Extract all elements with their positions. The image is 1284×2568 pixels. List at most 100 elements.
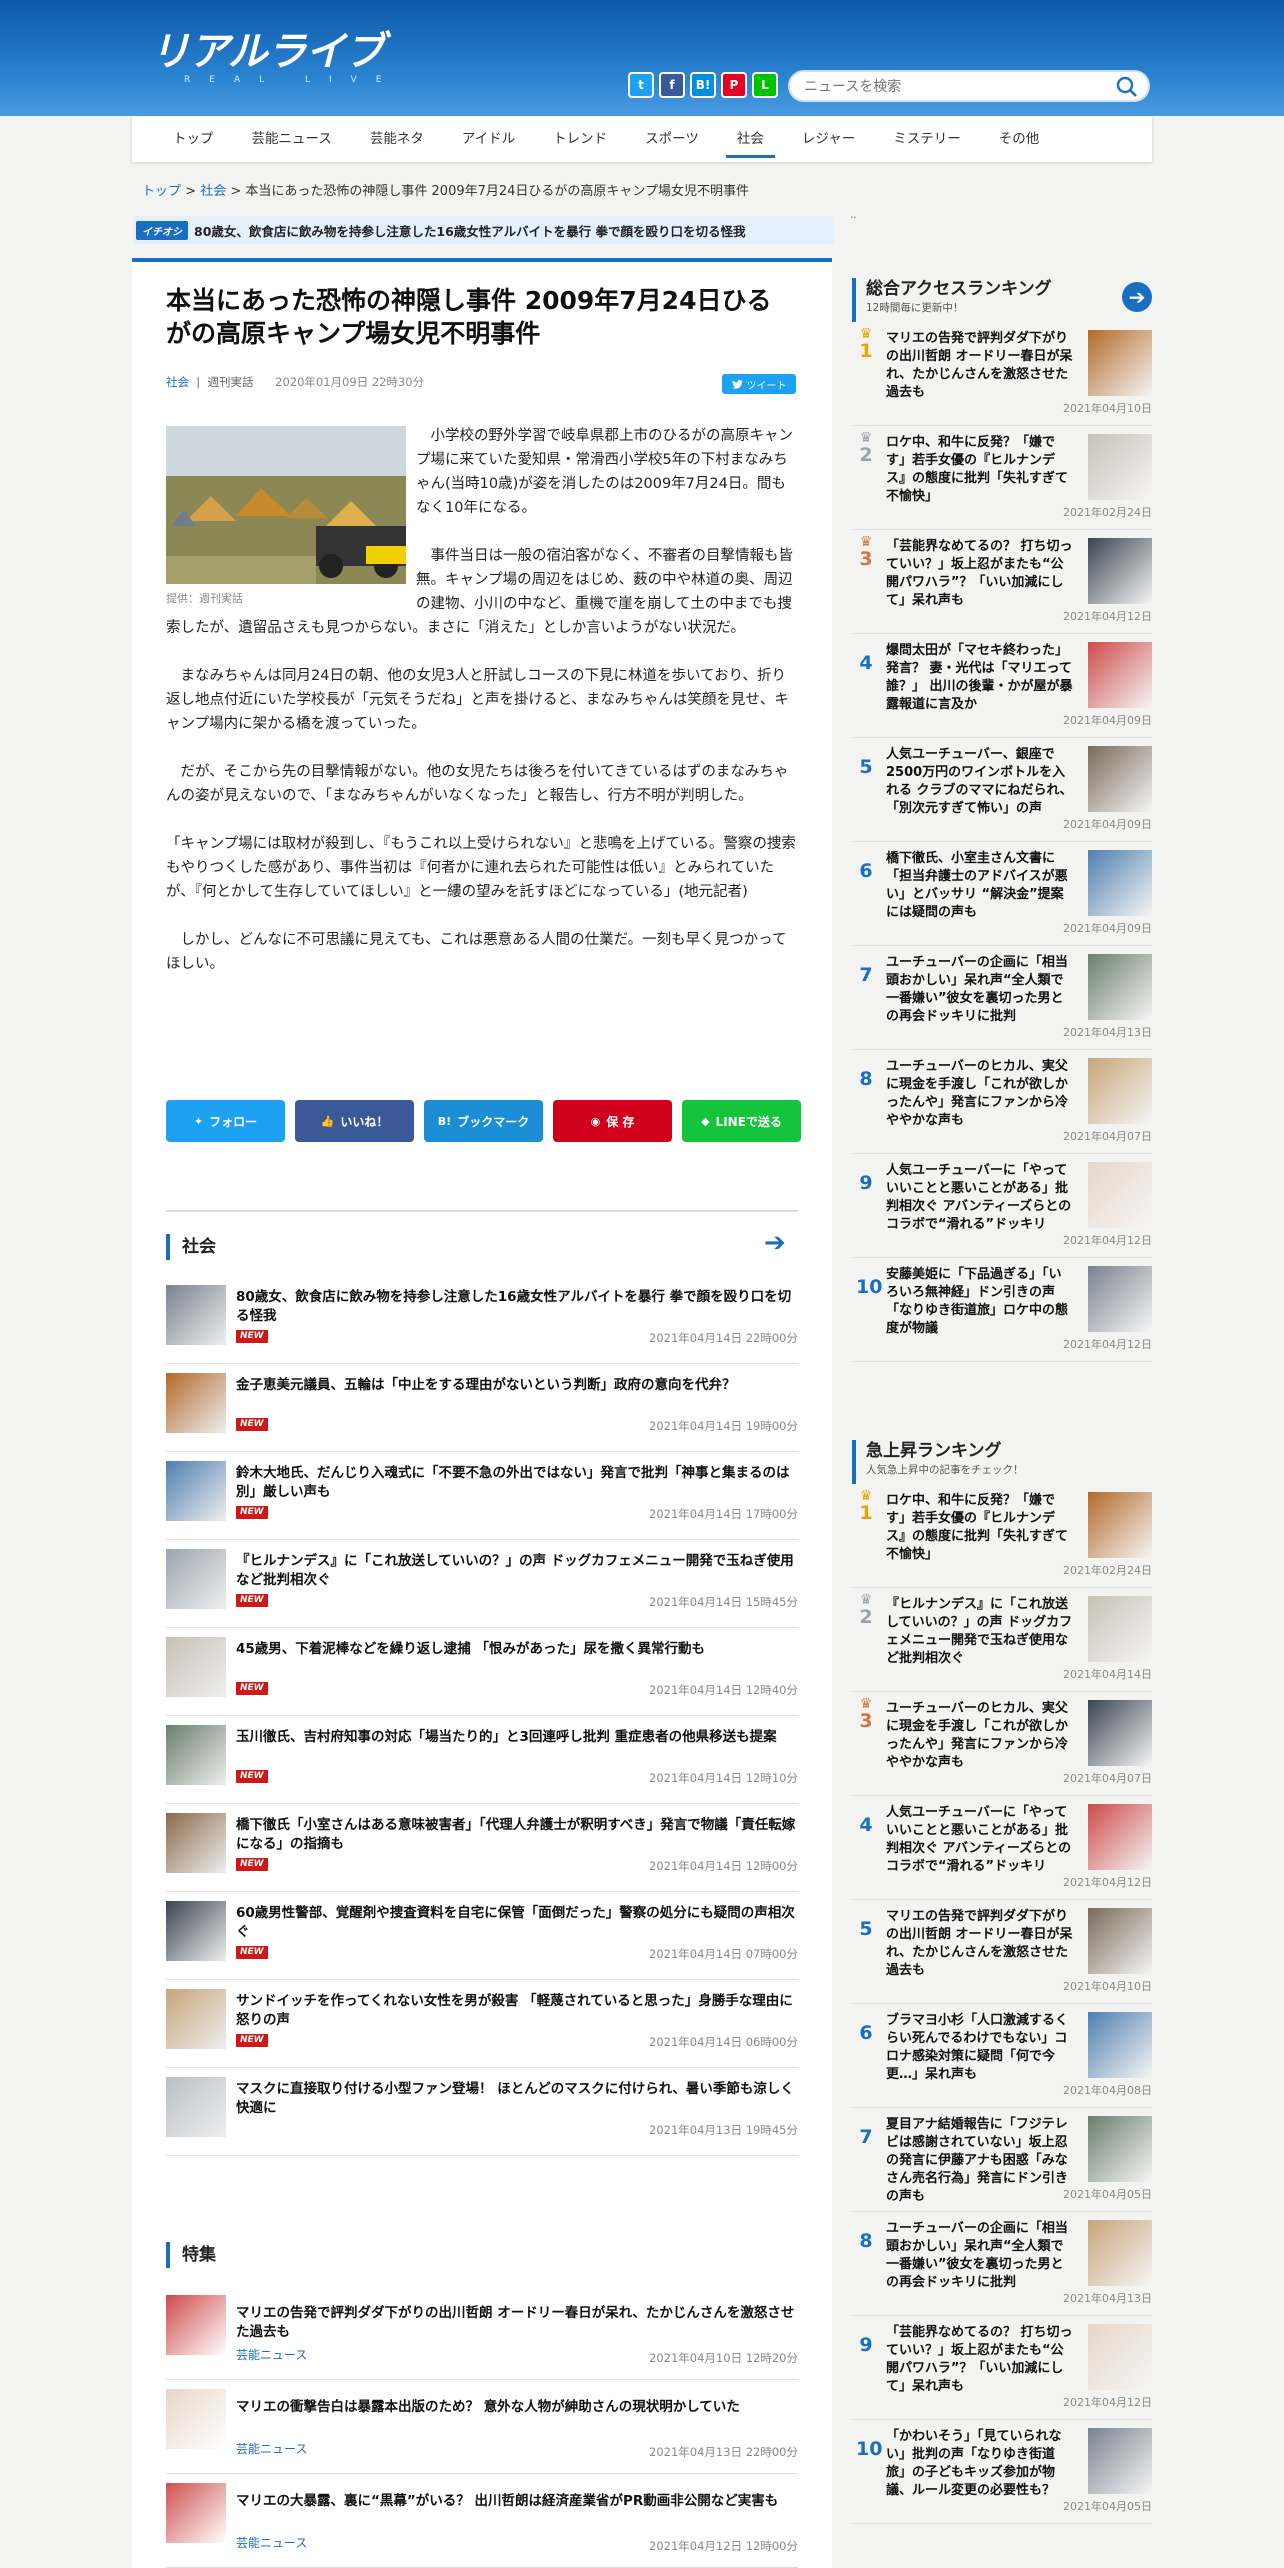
article-thumbnail[interactable]: [166, 1373, 226, 1433]
breadcrumb-home[interactable]: トップ: [142, 184, 181, 199]
search-icon[interactable]: [1116, 76, 1138, 102]
article-thumbnail[interactable]: [166, 2483, 226, 2543]
nav-item-0[interactable]: トップ: [154, 116, 233, 162]
ranking-item[interactable]: 7 夏目アナ結婚報告に「フジテレビは感謝されていない」坂上忍の発言に伊藤アナも困惑…: [852, 2108, 1152, 2212]
ranking-item[interactable]: 4 人気ユーチューバーに「やっていいことと悪いことがある」批判相次ぐ アバンティー…: [852, 1796, 1152, 1900]
article-title-link[interactable]: マリエの大暴露、裏に“黒幕”がいる？ 出川哲朗は経済産業省がPR動画非公開など実…: [236, 2492, 796, 2511]
article-thumbnail[interactable]: [166, 1637, 226, 1697]
article-title-link[interactable]: 鈴木大地氏、だんじり入魂式に「不要不急の外出ではない」発言で批判「神事と集まるの…: [236, 1464, 796, 1502]
article-category[interactable]: 社会: [166, 375, 189, 389]
ranking-title-link[interactable]: ユーチューバーの企画に「相当頭おかしい」呆れ声“全人類で一番嫌い”彼女を裏切った…: [886, 2220, 1074, 2292]
article-title-link[interactable]: 60歳男性警部、覚醒剤や捜査資料を自宅に保管「面倒だった」警察の処分にも疑問の声…: [236, 1904, 796, 1942]
arrow-right-icon[interactable]: ➔: [1122, 282, 1152, 312]
article-title-link[interactable]: 『ヒルナンデス』に「これ放送していいの？」の声 ドッグカフェメニュー開発で玉ねぎ…: [236, 1552, 796, 1590]
ranking-title-link[interactable]: ユーチューバーのヒカル、実父に現金を手渡し「これが欲しかったんや」発言にファンか…: [886, 1058, 1074, 1130]
share-icon-2[interactable]: B!: [690, 72, 716, 98]
nav-item-4[interactable]: トレンド: [534, 116, 626, 162]
ranking-thumbnail[interactable]: [1088, 1266, 1152, 1332]
article-title-link[interactable]: 80歳女、飲食店に飲み物を持参し注意した16歳女性アルバイトを暴行 拳で顔を殴り…: [236, 1288, 796, 1326]
table-row-social[interactable]: 『ヒルナンデス』に「これ放送していいの？」の声 ドッグカフェメニュー開発で玉ねぎ…: [166, 1540, 798, 1628]
ranking-title-link[interactable]: 『ヒルナンデス』に「これ放送していいの？」の声 ドッグカフェメニュー開発で玉ねぎ…: [886, 1596, 1074, 1668]
article-category[interactable]: 芸能ニュース: [236, 2440, 307, 2457]
ranking-title-link[interactable]: ユーチューバーの企画に「相当頭おかしい」呆れ声“全人類で一番嫌い”彼女を裏切った…: [886, 954, 1074, 1026]
ranking-item[interactable]: 5 人気ユーチューバー、銀座で2500万円のワインボトルを入れる クラブのママにね…: [852, 738, 1152, 842]
table-row-social[interactable]: サンドイッチを作ってくれない女性を男が殺害 「軽蔑されていると思った」身勝手な理…: [166, 1980, 798, 2068]
ranking-item[interactable]: 4 爆問太田が「マセキ終わった」発言？ 妻・光代は「マリエって誰？」 出川の後輩・…: [852, 634, 1152, 738]
table-row-social[interactable]: マスクに直接取り付ける小型ファン登場！ ほとんどのマスクに付けられ、暑い季節も涼…: [166, 2068, 798, 2156]
featured-ticker[interactable]: イチオシ 80歳女、飲食店に飲み物を持参し注意した16歳女性アルバイトを暴行 拳…: [134, 216, 834, 244]
ranking-item[interactable]: 7 ユーチューバーの企画に「相当頭おかしい」呆れ声“全人類で一番嫌い”彼女を裏切っ…: [852, 946, 1152, 1050]
ranking-title-link[interactable]: 「かわいそう」「見ていられない」批判の声「なりゆき街道旅」の子どもキッズ参加が物…: [886, 2428, 1074, 2500]
ranking-item[interactable]: ♛ 1 マリエの告発で評判ダダ下がりの出川哲朗 オードリー春日が呆れ、たかじんさんを…: [852, 322, 1152, 426]
ranking-thumbnail[interactable]: [1088, 1058, 1152, 1124]
ranking-item[interactable]: 10 安藤美姫に「下品過ぎる」「いろいろ無神経」ドン引きの声「なりゆき街道旅」ロケ…: [852, 1258, 1152, 1362]
table-row-social[interactable]: 60歳男性警部、覚醒剤や捜査資料を自宅に保管「面倒だった」警察の処分にも疑問の声…: [166, 1892, 798, 1980]
section-more-arrow-icon[interactable]: ➔: [764, 1228, 786, 1258]
article-title-link[interactable]: マスクに直接取り付ける小型ファン登場！ ほとんどのマスクに付けられ、暑い季節も涼…: [236, 2080, 796, 2118]
ranking-thumbnail[interactable]: [1088, 954, 1152, 1020]
article-thumbnail[interactable]: [166, 2389, 226, 2449]
share-icon-3[interactable]: P: [721, 72, 747, 98]
article-thumbnail[interactable]: [166, 1725, 226, 1785]
share-button-1[interactable]: 👍 いいね！: [295, 1100, 414, 1142]
site-logo[interactable]: リアルライブ REAL LIVE: [150, 30, 420, 88]
ranking-title-link[interactable]: 橋下徹氏、小室圭さん文書に「担当弁護士のアドバイスが悪い」とバッサリ “解決金”…: [886, 850, 1074, 922]
share-icon-0[interactable]: t: [628, 72, 654, 98]
article-category[interactable]: 芸能ニュース: [236, 2346, 307, 2363]
article-title-link[interactable]: 45歳男、下着泥棒などを繰り返し逮捕 「恨みがあった」尿を撒く異常行動も: [236, 1640, 796, 1659]
article-thumbnail[interactable]: [166, 1813, 226, 1873]
ranking-title-link[interactable]: 夏目アナ結婚報告に「フジテレビは感謝されていない」坂上忍の発言に伊藤アナも困惑「…: [886, 2116, 1074, 2206]
table-row-feature[interactable]: マリエの大暴露、裏に“黒幕”がいる？ 出川哲朗は経済産業省がPR動画非公開など実…: [166, 2474, 798, 2568]
ranking-title-link[interactable]: 人気ユーチューバー、銀座で2500万円のワインボトルを入れる クラブのママにねだ…: [886, 746, 1074, 818]
ranking-thumbnail[interactable]: [1088, 2012, 1152, 2078]
ranking-title-link[interactable]: 爆問太田が「マセキ終わった」発言？ 妻・光代は「マリエって誰？」 出川の後輩・か…: [886, 642, 1074, 714]
ranking-thumbnail[interactable]: [1088, 2220, 1152, 2286]
article-title-link[interactable]: 玉川徹氏、吉村府知事の対応「場当たり的」と3回連呼し批判 重症患者の他県移送も提…: [236, 1728, 796, 1747]
ranking-thumbnail[interactable]: [1088, 538, 1152, 604]
ranking-item[interactable]: 8 ユーチューバーのヒカル、実父に現金を手渡し「これが欲しかったんや」発言にファン…: [852, 1050, 1152, 1154]
ranking-item[interactable]: 9 「芸能界なめてるの？ 打ち切っていい？」坂上忍がまたも“公開パワハラ”？「いい…: [852, 2316, 1152, 2420]
ranking-thumbnail[interactable]: [1088, 1804, 1152, 1870]
table-row-feature[interactable]: マリエの告発で評判ダダ下がりの出川哲朗 オードリー春日が呆れ、たかじんさんを激怒…: [166, 2286, 798, 2380]
ranking-thumbnail[interactable]: [1088, 1700, 1152, 1766]
nav-item-5[interactable]: スポーツ: [626, 116, 718, 162]
ranking-item[interactable]: ♛ 3 「芸能界なめてるの？ 打ち切っていい？」坂上忍がまたも“公開パワハラ”？「い…: [852, 530, 1152, 634]
ranking-title-link[interactable]: 「芸能界なめてるの？ 打ち切っていい？」坂上忍がまたも“公開パワハラ”？「いい加…: [886, 538, 1074, 610]
ranking-thumbnail[interactable]: [1088, 746, 1152, 812]
table-row-social[interactable]: 橋下徹氏「小室さんはある意味被害者」「代理人弁護士が釈明すべき」発言で物議「責任…: [166, 1804, 798, 1892]
article-title-link[interactable]: マリエの告発で評判ダダ下がりの出川哲朗 オードリー春日が呆れ、たかじんさんを激怒…: [236, 2304, 796, 2342]
ranking-thumbnail[interactable]: [1088, 434, 1152, 500]
table-row-social[interactable]: 玉川徹氏、吉村府知事の対応「場当たり的」と3回連呼し批判 重症患者の他県移送も提…: [166, 1716, 798, 1804]
article-category[interactable]: 芸能ニュース: [236, 2534, 307, 2551]
nav-item-2[interactable]: 芸能ネタ: [351, 116, 443, 162]
article-title-link[interactable]: マリエの衝撃告白は暴露本出版のため？ 意外な人物が紳助さんの現状明かしていた: [236, 2398, 796, 2417]
share-button-4[interactable]: ◆ LINEで送る: [682, 1100, 801, 1142]
article-thumbnail[interactable]: [166, 2295, 226, 2355]
ranking-item[interactable]: 5 マリエの告発で評判ダダ下がりの出川哲朗 オードリー春日が呆れ、たかじんさんを激…: [852, 1900, 1152, 2004]
ranking-thumbnail[interactable]: [1088, 1908, 1152, 1974]
article-title-link[interactable]: 金子恵美元議員、五輪は「中止をする理由がないという判断」政府の意向を代弁？: [236, 1376, 796, 1395]
article-title-link[interactable]: 橋下徹氏「小室さんはある意味被害者」「代理人弁護士が釈明すべき」発言で物議「責任…: [236, 1816, 796, 1854]
table-row-social[interactable]: 鈴木大地氏、だんじり入魂式に「不要不急の外出ではない」発言で批判「神事と集まるの…: [166, 1452, 798, 1540]
tweet-button[interactable]: ツイート: [722, 374, 796, 394]
ranking-item[interactable]: 6 橋下徹氏、小室圭さん文書に「担当弁護士のアドバイスが悪い」とバッサリ “解決金…: [852, 842, 1152, 946]
ranking-thumbnail[interactable]: [1088, 2428, 1152, 2494]
table-row-feature[interactable]: マリエの衝撃告白は暴露本出版のため？ 意外な人物が紳助さんの現状明かしていた 芸能…: [166, 2380, 798, 2474]
ticker-text[interactable]: 80歳女、飲食店に飲み物を持参し注意した16歳女性アルバイトを暴行 拳で顔を殴り…: [194, 221, 746, 240]
ranking-title-link[interactable]: 人気ユーチューバーに「やっていいことと悪いことがある」批判相次ぐ アバンティーズ…: [886, 1804, 1074, 1876]
breadcrumb-category[interactable]: 社会: [200, 184, 226, 199]
article-thumbnail[interactable]: [166, 1901, 226, 1961]
ranking-thumbnail[interactable]: [1088, 850, 1152, 916]
ranking-item[interactable]: 9 人気ユーチューバーに「やっていいことと悪いことがある」批判相次ぐ アバンティー…: [852, 1154, 1152, 1258]
nav-item-8[interactable]: ミステリー: [874, 116, 980, 162]
ranking-title-link[interactable]: ユーチューバーのヒカル、実父に現金を手渡し「これが欲しかったんや」発言にファンか…: [886, 1700, 1074, 1772]
ranking-thumbnail[interactable]: [1088, 330, 1152, 396]
ranking-thumbnail[interactable]: [1088, 1492, 1152, 1558]
ranking-title-link[interactable]: マリエの告発で評判ダダ下がりの出川哲朗 オードリー春日が呆れ、たかじんさんを激怒…: [886, 330, 1074, 402]
nav-item-3[interactable]: アイドル: [443, 116, 534, 162]
ranking-item[interactable]: 8 ユーチューバーの企画に「相当頭おかしい」呆れ声“全人類で一番嫌い”彼女を裏切っ…: [852, 2212, 1152, 2316]
share-button-0[interactable]: ✦ フォロー: [166, 1100, 285, 1142]
ranking-item[interactable]: ♛ 3 ユーチューバーのヒカル、実父に現金を手渡し「これが欲しかったんや」発言にファ…: [852, 1692, 1152, 1796]
table-row-social[interactable]: 金子恵美元議員、五輪は「中止をする理由がないという判断」政府の意向を代弁？ NEW…: [166, 1364, 798, 1452]
nav-item-6[interactable]: 社会: [718, 116, 783, 162]
